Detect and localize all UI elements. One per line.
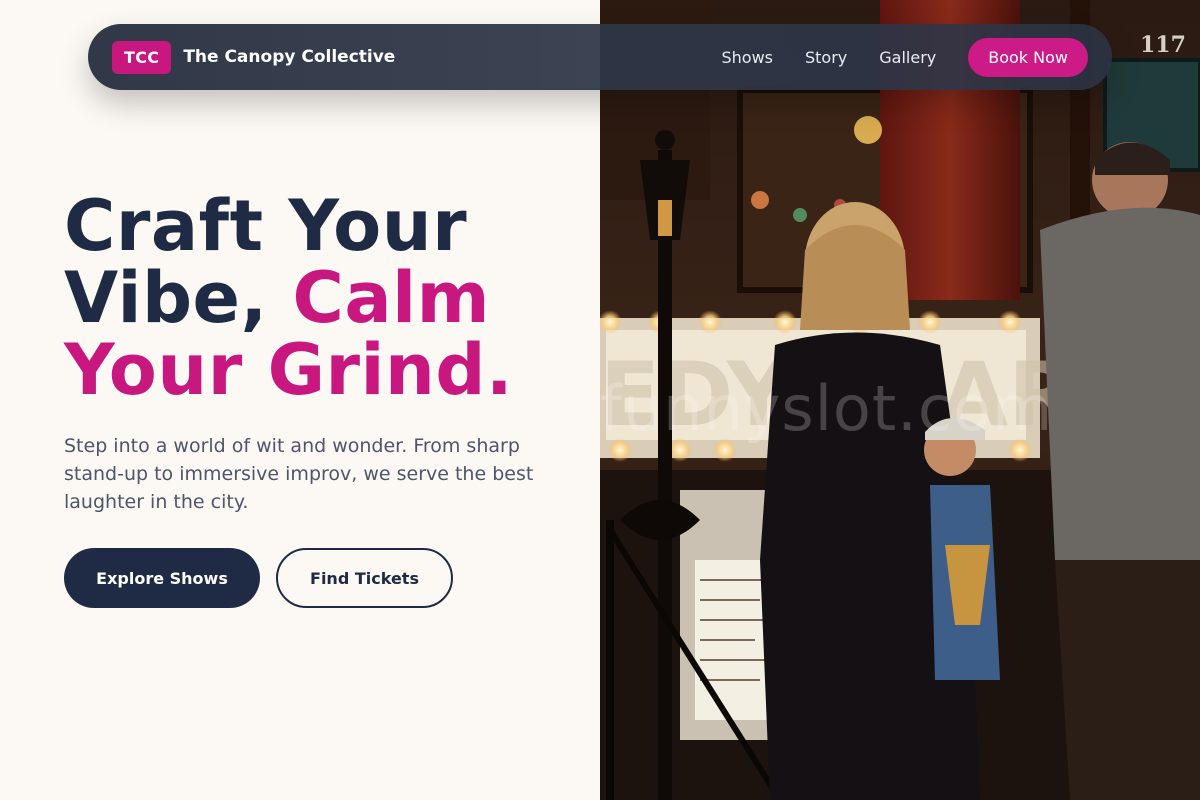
navbar: TCC The Canopy Collective Shows Story Ga… xyxy=(88,24,1112,90)
hero-title-line-2: Vibe, xyxy=(64,257,293,339)
book-now-button[interactable]: Book Now xyxy=(968,37,1088,77)
hero-title-accent-calm: Calm xyxy=(292,257,491,339)
nav-link-gallery[interactable]: Gallery xyxy=(879,48,936,67)
brand-badge: TCC xyxy=(112,40,172,74)
hero-title-accent-grind: Your Grind. xyxy=(64,329,514,411)
hero-title: Craft Your Vibe, Calm Your Grind. xyxy=(64,190,584,406)
hero-title-line-1: Craft Your xyxy=(64,185,468,267)
find-tickets-button[interactable]: Find Tickets xyxy=(276,548,453,608)
nav-link-story[interactable]: Story xyxy=(805,48,847,67)
nav-links: Shows Story Gallery xyxy=(721,48,936,67)
brand-logo[interactable]: TCC The Canopy Collective xyxy=(112,40,396,74)
nav-link-shows[interactable]: Shows xyxy=(721,48,773,67)
watermark-text: funnyslot.com xyxy=(600,372,1054,445)
brand-name: The Canopy Collective xyxy=(183,47,396,67)
explore-shows-button[interactable]: Explore Shows xyxy=(64,548,260,608)
address-number: 117 xyxy=(1140,32,1186,58)
hero-photo: EDY AR funnyslot.com 117 xyxy=(600,0,1200,800)
hero-subtitle: Step into a world of wit and wonder. Fro… xyxy=(64,435,534,513)
